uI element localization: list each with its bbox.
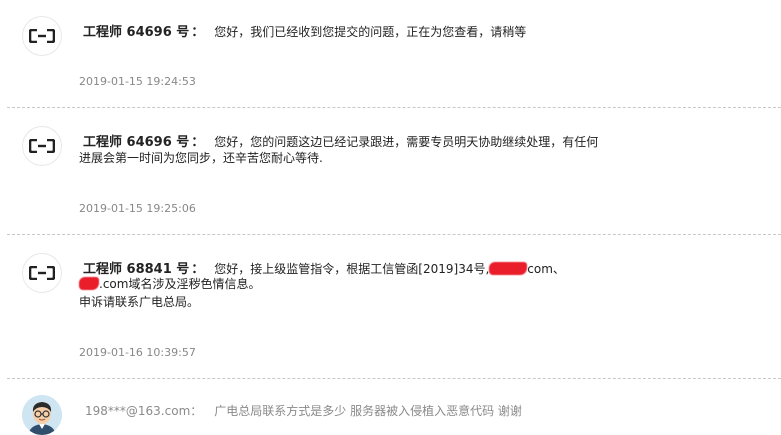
user-cartoon-avatar-icon	[22, 395, 62, 435]
message-text-line-2: 进展会第一时间为您同步，还辛苦您耐心等待.	[79, 151, 323, 165]
agent-name: 工程师 68841 号： 您好，接上级监管指令，根据工信管函[2019]34号, c…	[83, 258, 565, 277]
agent-name-text: 工程师 64696 号	[83, 25, 190, 40]
user-email: 198***@163.com	[85, 404, 191, 418]
message-text-line-2-text: .com域名涉及淫秽色情信息。	[99, 277, 261, 291]
colon: ：	[191, 262, 205, 277]
message-text-line-2: .com域名涉及淫秽色情信息。	[79, 276, 260, 292]
agent-name-text: 工程师 68841 号	[83, 262, 190, 277]
message-text: 您好，接上级监管指令，根据工信管函[2019]34号,	[214, 262, 490, 276]
agent-name: 工程师 64696 号： 您好，我们已经收到您提交的问题，正在为您查看，请稍等	[83, 21, 526, 40]
aliyun-logo-icon	[22, 126, 62, 166]
aliyun-logo-icon	[22, 16, 62, 56]
colon: ：	[191, 25, 205, 40]
redaction-mark	[79, 277, 99, 290]
user-reply: 198***@163.com： 广电总局联系方式是多少 服务器被入侵植入恶意代码 …	[85, 402, 522, 419]
user-reply-text: 广电总局联系方式是多少 服务器被入侵植入恶意代码 谢谢	[214, 404, 522, 418]
colon: ：	[191, 135, 205, 150]
message-timestamp: 2019-01-16 10:39:57	[79, 346, 196, 359]
divider	[7, 378, 781, 379]
message-text-cont: com、	[527, 262, 565, 276]
divider	[7, 234, 781, 235]
conversation-thread: 工程师 64696 号：您好，我们已经收到您提交的问题，正在为您查看，请稍等 2…	[0, 0, 781, 435]
message-timestamp: 2019-01-15 19:24:53	[79, 75, 196, 88]
message-timestamp: 2019-01-15 19:25:06	[79, 202, 196, 215]
message-text: 您好，您的问题这边已经记录跟进，需要专员明天协助继续处理，有任何	[214, 135, 599, 149]
aliyun-logo-icon	[22, 253, 62, 293]
agent-name-text: 工程师 64696 号	[83, 135, 190, 150]
user-name: 198***@163.com：	[85, 404, 202, 418]
redaction-mark	[489, 262, 528, 275]
agent-name: 工程师 64696 号： 您好，您的问题这边已经记录跟进，需要专员明天协助继续处理…	[83, 131, 598, 150]
message-text: 您好，我们已经收到您提交的问题，正在为您查看，请稍等	[214, 25, 527, 39]
divider	[7, 107, 781, 108]
message-text-line-3: 申诉请联系广电总局。	[79, 295, 200, 309]
colon: ：	[190, 404, 203, 418]
